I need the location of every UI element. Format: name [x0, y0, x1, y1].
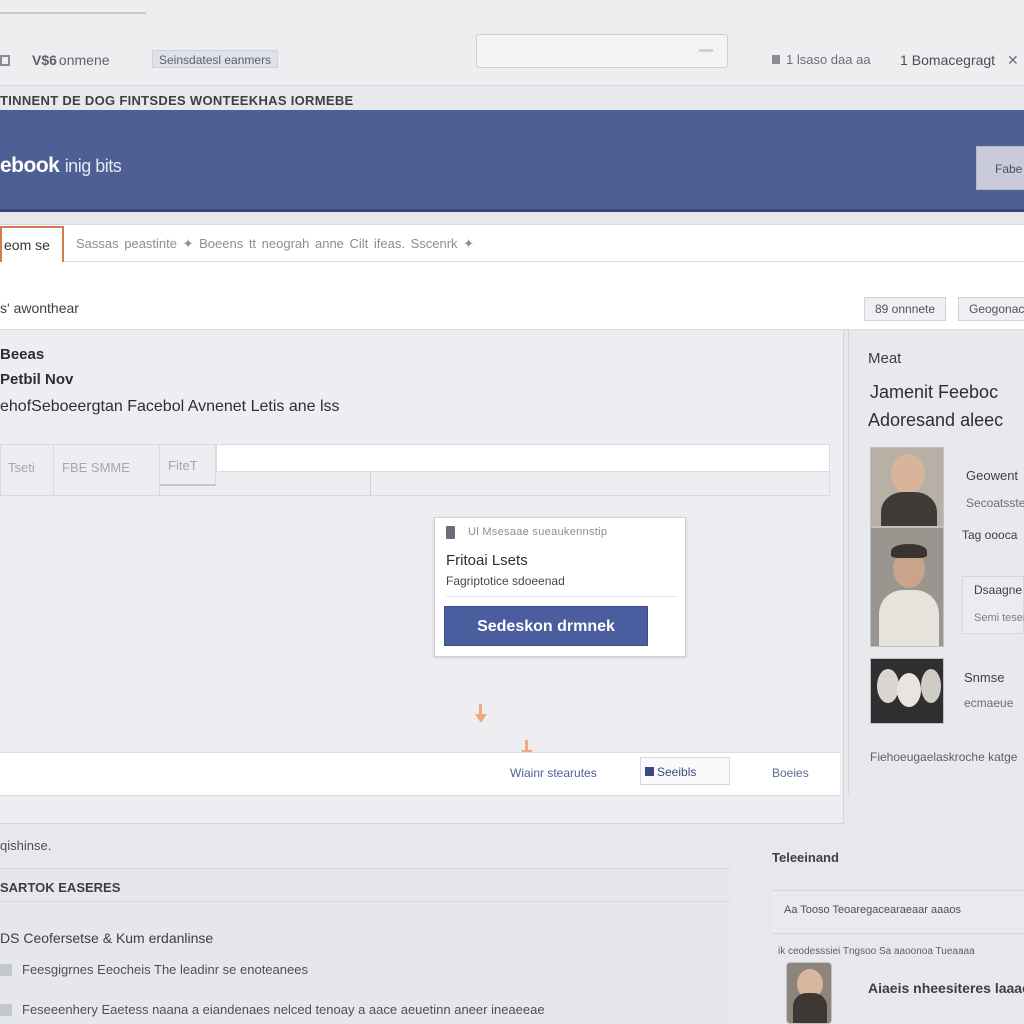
- menu-icon[interactable]: [0, 55, 10, 66]
- main-headline: ehofSeboeergtan Facebol Avnenet Letis an…: [0, 398, 340, 415]
- main-line-1: Beeas: [0, 346, 45, 363]
- account-chip[interactable]: Seinsdatesl eanmers: [152, 50, 279, 68]
- dialog-header: Ul Msesaae sueaukennstip: [468, 526, 608, 538]
- lower-right-row-2[interactable]: ik ceodesssiei Tngsoo Sa aaoonoa Tueaaaa: [778, 946, 975, 957]
- filter-tab-1[interactable]: Tseti: [0, 444, 54, 496]
- panel-button-1[interactable]: 89 onnnete: [864, 297, 947, 321]
- filter-tab-2[interactable]: FBE SMME: [54, 444, 160, 496]
- avatar-4[interactable]: [786, 962, 832, 1024]
- row-icon: [0, 964, 12, 976]
- filter-divider: [370, 472, 371, 496]
- avatar-1[interactable]: [870, 447, 944, 527]
- panel-button-2[interactable]: Geogonacrts: [958, 297, 1024, 321]
- footer-link-2[interactable]: Boeies: [772, 766, 809, 780]
- dialog-divider: [446, 596, 678, 597]
- person-3-name[interactable]: Snmse: [964, 670, 1004, 685]
- lower-row-1[interactable]: DS Ceofersetse & Kum erdanlinse: [0, 930, 213, 946]
- lower-row-2[interactable]: Feesgigrnes Eeocheis The leadinr se enot…: [22, 962, 308, 977]
- arrow-stem-2: [525, 740, 528, 750]
- search-icon: [699, 49, 713, 52]
- filter-tab-3[interactable]: FiteT: [160, 444, 216, 486]
- top-right-status: 1 lsaso daa aa: [772, 52, 871, 67]
- main-line-2: Petbil Nov: [0, 371, 74, 388]
- pin-icon: [772, 55, 780, 64]
- dialog-subtitle: Fagriptotice sdoeenad: [446, 574, 565, 588]
- person-3-sub: ecmaeue: [964, 696, 1014, 710]
- document-icon: [446, 526, 455, 539]
- lower-right-row-1[interactable]: Aa Tooso Teoaregacearaeaar aaaos: [784, 904, 961, 916]
- sidebar-title-1: Jamenit Feeboc: [870, 382, 999, 402]
- lower-note: qishinse.: [0, 838, 52, 853]
- filter-input[interactable]: [216, 444, 830, 472]
- grid-icon: [645, 767, 654, 776]
- arrow-stem-1: [479, 704, 482, 714]
- app-title[interactable]: V$6 onmene: [0, 52, 110, 68]
- breadcrumb: TINNENT DE DOG FINTSDES WONTEEKHAS IORME…: [0, 93, 354, 108]
- lower-right-title: Teleeinand: [772, 850, 839, 865]
- brand-header: [0, 110, 1024, 212]
- avatar-2[interactable]: [870, 527, 944, 647]
- sidebar-card-title: Dsaagne: [974, 583, 1023, 597]
- sidebar-caption: Fiehoeugaelaskroche katge: [870, 750, 1018, 764]
- top-bar-divider: [0, 12, 146, 14]
- header-button[interactable]: Fabe: [976, 146, 1024, 190]
- down-arrow-icon: [475, 714, 487, 723]
- sidebar-card-sub: Semi tesere: [974, 612, 1024, 624]
- person-1-name[interactable]: Geowent: [966, 468, 1018, 483]
- sidebar-heading: Meat: [868, 350, 902, 367]
- person-1-sub: Secoatsste: [966, 496, 1024, 510]
- avatar-3[interactable]: [870, 658, 944, 724]
- lower-row-3[interactable]: Feseeenhery Eaetess naana a eiandenaes n…: [22, 1002, 545, 1017]
- tab-links[interactable]: Sassas peastinte ✦ Boeens tt neograh ann…: [76, 236, 474, 252]
- footer-link-1[interactable]: Wiainr stearutes: [510, 766, 597, 780]
- footer-button[interactable]: Seeibls: [640, 757, 730, 785]
- sidebar-title-2: Adoresand aleec: [868, 410, 1004, 430]
- close-icon[interactable]: ✕: [1007, 52, 1019, 69]
- brand-logo[interactable]: ebook inig bits: [0, 154, 122, 178]
- top-right-label[interactable]: 1 Bomacegragt ✕: [900, 52, 1019, 69]
- tab-active[interactable]: eom se: [0, 226, 64, 264]
- person-1-meta: Tag oooca: [962, 528, 1018, 542]
- row-icon-2: [0, 1004, 12, 1016]
- lower-right-row-3[interactable]: Aiaeis nheesiteres laaae: [868, 980, 1024, 996]
- search-input[interactable]: [476, 34, 728, 68]
- panel-title: s' awonthear: [0, 300, 79, 316]
- lower-section-title: SARTOK EASERES: [0, 880, 121, 895]
- dialog-title: Fritoai Lsets: [446, 552, 528, 569]
- dialog-primary-button[interactable]: Sedeskon drmnek: [444, 606, 648, 646]
